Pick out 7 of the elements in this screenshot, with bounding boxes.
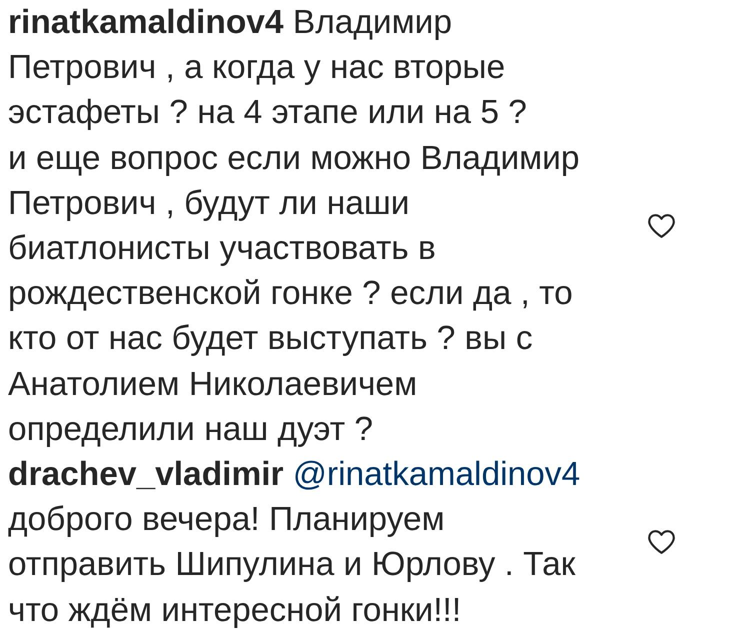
heart-icon[interactable] (648, 530, 675, 554)
username-link[interactable]: rinatkamaldinov4 (8, 4, 284, 41)
comment-text: drachev_vladimir @rinatkamaldinov4 доброго вечера! Планируем отправить Шипулина и Юрлову . Так что ждём интересной гонки!!! (8, 455, 582, 631)
heart-icon[interactable] (648, 214, 675, 238)
username-link[interactable]: drachev_vladimir (8, 456, 284, 494)
comment-text: rinatkamaldinov4 Владимир Петрович , а когда у нас вторые эстафеты ? на 4 этапе или на 5 ? и еще вопрос если можно Владимир Петрович , будут ли наши биатлонисты участвовать в рождественской гонке ? если да , то кто от нас будет выступать ? вы с Анатолием Николаевичем определили наш дуэт ? (8, 3, 581, 450)
mention-link[interactable]: @rinatkamaldinov4 (292, 456, 580, 494)
